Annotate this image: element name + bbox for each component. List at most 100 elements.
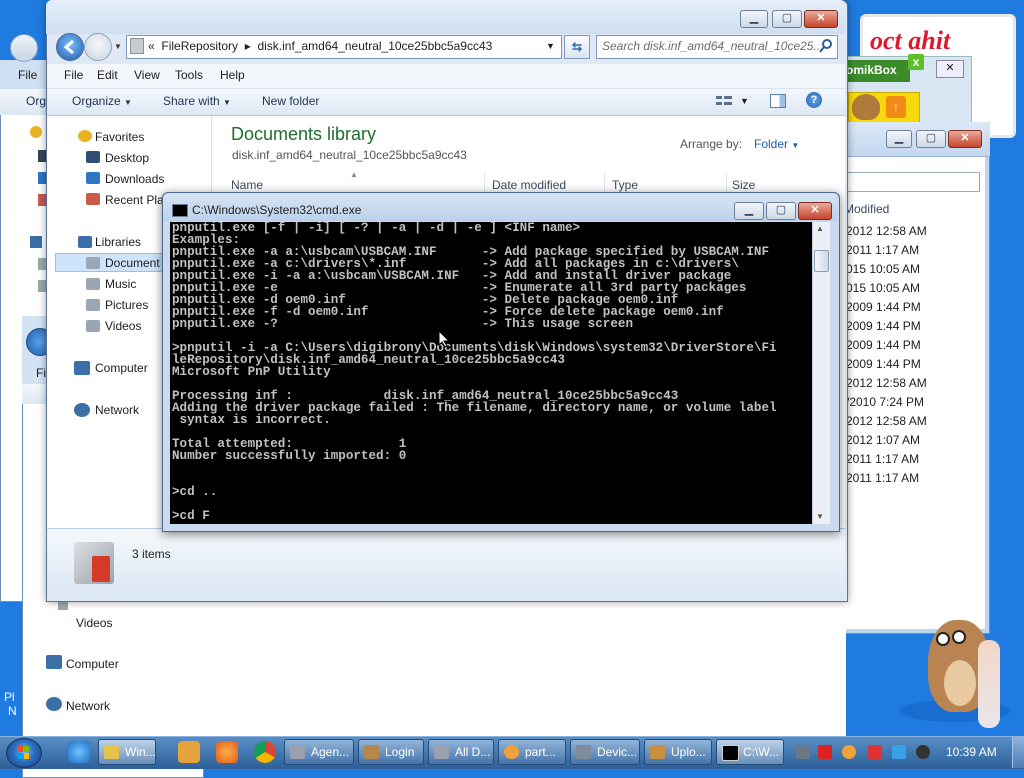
- breadcrumb-item-current[interactable]: disk.inf_amd64_neutral_10ce25bbc5a9cc43: [257, 39, 492, 53]
- arrange-by-label: Arrange by:: [680, 137, 743, 151]
- breadcrumb: « FileRepository ▸ disk.inf_amd64_neutra…: [148, 39, 492, 53]
- background-nav-network[interactable]: Network: [66, 699, 110, 713]
- tray-antivirus-icon[interactable]: [818, 745, 832, 759]
- console-output-area[interactable]: pnputil.exe [-f | -i] [ -? | -a | -d | -…: [170, 222, 812, 524]
- refresh-icon[interactable]: ⇆: [564, 35, 590, 59]
- taskbar-button-part[interactable]: part...: [498, 739, 566, 765]
- breadcrumb-item-filerepository[interactable]: FileRepository: [161, 39, 238, 53]
- menu-bar: [47, 64, 845, 89]
- explorer-minimize-button[interactable]: ▁: [740, 10, 768, 28]
- nav-desktop[interactable]: Desktop: [105, 151, 149, 165]
- scroll-down-icon[interactable]: ▼: [816, 512, 824, 521]
- nav-libraries[interactable]: Libraries: [95, 235, 141, 249]
- taskbar-button-agent[interactable]: Agen...: [284, 739, 354, 765]
- windows-orb-icon[interactable]: [6, 738, 42, 768]
- mouse-cursor-icon: [438, 330, 450, 348]
- arrange-by-dropdown[interactable]: Folder ▼: [754, 137, 799, 151]
- nav-recent-places[interactable]: Recent Pla: [105, 193, 164, 207]
- column-date-modified[interactable]: Date modified: [492, 178, 566, 192]
- media-player-icon[interactable]: [178, 741, 200, 763]
- forward-arrow-icon[interactable]: [84, 33, 112, 61]
- share-with-button[interactable]: Share with ▼: [163, 94, 231, 108]
- taskbar-label: Devic...: [597, 745, 638, 759]
- organize-label: Organize: [72, 94, 121, 108]
- up-arrow-icon[interactable]: ↑: [886, 96, 906, 118]
- nav-videos[interactable]: Videos: [105, 319, 141, 333]
- preview-pane-icon[interactable]: [770, 94, 786, 108]
- folder-icon: [104, 745, 119, 759]
- column-size[interactable]: Size: [732, 178, 755, 192]
- tray-monitor-icon[interactable]: [892, 745, 906, 759]
- help-icon[interactable]: ?: [806, 92, 822, 108]
- nav-downloads[interactable]: Downloads: [105, 172, 164, 186]
- tray-flag-icon[interactable]: [868, 745, 882, 759]
- nav-favorites[interactable]: Favorites: [95, 130, 144, 144]
- organize-button[interactable]: Organize ▼: [72, 94, 132, 108]
- tray-search-icon[interactable]: [842, 745, 856, 759]
- chrome-icon[interactable]: [254, 741, 276, 763]
- background-nav-videos[interactable]: Videos: [76, 616, 112, 630]
- background-menu-file-2[interactable]: Fi: [36, 366, 46, 380]
- star-icon: [30, 126, 42, 138]
- menu-edit[interactable]: Edit: [97, 68, 118, 82]
- tray-app-icon[interactable]: [796, 745, 810, 759]
- tray-volume-icon[interactable]: [916, 745, 930, 759]
- background-file-date: 2009 1:44 PM: [846, 300, 921, 314]
- column-name[interactable]: Name: [231, 178, 263, 192]
- nav-computer[interactable]: Computer: [95, 361, 148, 375]
- background-organize-button[interactable]: Org: [26, 94, 46, 108]
- cmd-icon[interactable]: [172, 204, 188, 217]
- views-dropdown-icon[interactable]: ▼: [740, 96, 749, 106]
- taskbar-button-all-downloads[interactable]: All D...: [428, 739, 494, 765]
- menu-view[interactable]: View: [134, 68, 160, 82]
- taskbar-button-upload[interactable]: Uplo...: [644, 739, 712, 765]
- background-minimize-button[interactable]: ▁: [886, 130, 912, 148]
- cmd-close-button[interactable]: ✕: [798, 202, 832, 220]
- background-column-modified[interactable]: Modified: [844, 202, 889, 216]
- new-folder-button[interactable]: New folder: [262, 94, 319, 108]
- views-icon[interactable]: [716, 95, 732, 107]
- cmd-scrollbar-thumb[interactable]: [814, 250, 829, 272]
- background-search-input[interactable]: [838, 172, 980, 192]
- back-arrow-icon[interactable]: [56, 33, 84, 61]
- breadcrumb-overflow[interactable]: «: [148, 39, 155, 53]
- taskbar-button-explorer[interactable]: Win...: [98, 739, 156, 765]
- background-back-button[interactable]: [10, 34, 38, 62]
- menu-tools[interactable]: Tools: [175, 68, 203, 82]
- taskbar-button-login[interactable]: Login: [358, 739, 424, 765]
- nav-documents[interactable]: Document: [105, 256, 160, 270]
- firefox-icon[interactable]: [216, 741, 238, 763]
- explorer-close-button[interactable]: ✕: [804, 10, 838, 28]
- show-desktop-button[interactable]: [1012, 737, 1024, 768]
- column-divider[interactable]: [604, 172, 605, 192]
- background-file-date: 2011 1:17 AM: [846, 243, 920, 257]
- background-toolbar-close-button[interactable]: ✕: [936, 60, 964, 78]
- background-toolbar-close-icon[interactable]: x: [908, 54, 924, 70]
- cmd-maximize-button[interactable]: ▢: [766, 202, 796, 220]
- address-dropdown-icon[interactable]: ▼: [546, 41, 555, 51]
- breadcrumb-separator-icon[interactable]: ▸: [241, 39, 254, 53]
- internet-explorer-icon[interactable]: [68, 741, 90, 763]
- column-divider[interactable]: [484, 172, 485, 192]
- search-icon[interactable]: [818, 38, 834, 54]
- taskbar-button-cmd[interactable]: C:\W...: [716, 739, 784, 765]
- scroll-up-icon[interactable]: ▲: [816, 224, 824, 233]
- recent-pages-dropdown-icon[interactable]: ▼: [114, 42, 122, 51]
- background-menu-file[interactable]: File: [18, 68, 37, 82]
- taskbar-clock[interactable]: 10:39 AM: [946, 745, 997, 759]
- nav-music[interactable]: Music: [105, 277, 136, 291]
- column-divider[interactable]: [726, 172, 727, 192]
- taskbar-button-device-manager[interactable]: Devic...: [570, 739, 640, 765]
- background-maximize-button[interactable]: ▢: [916, 130, 946, 148]
- menu-file[interactable]: File: [64, 68, 83, 82]
- background-nav-computer[interactable]: Computer: [66, 657, 119, 671]
- nav-pictures[interactable]: Pictures: [105, 298, 148, 312]
- explorer-maximize-button[interactable]: ▢: [772, 10, 802, 28]
- device-icon: [576, 745, 591, 759]
- background-close-button[interactable]: ✕: [948, 130, 982, 148]
- column-type[interactable]: Type: [612, 178, 638, 192]
- taskbar-label: Login: [385, 745, 415, 759]
- menu-help[interactable]: Help: [220, 68, 245, 82]
- nav-network[interactable]: Network: [95, 403, 139, 417]
- cmd-minimize-button[interactable]: ▁: [734, 202, 764, 220]
